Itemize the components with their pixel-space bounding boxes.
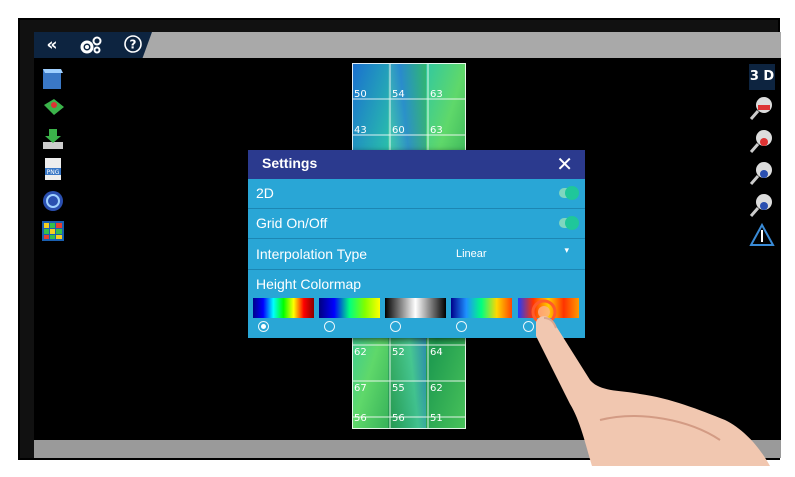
settings-dialog-header: Settings ✕ <box>248 150 585 179</box>
toggle-knob <box>565 216 579 230</box>
grid-cell-value: 64 <box>430 347 443 358</box>
dropdown-arrow-icon[interactable]: ▾ <box>564 246 569 256</box>
setting-label-grid: Grid On/Off <box>256 215 328 231</box>
colormap-swatch-gray[interactable] <box>385 298 446 318</box>
zoom-reset-icon[interactable] <box>749 95 775 121</box>
bottom-bar <box>34 440 781 458</box>
colormap-swatch-rainbow[interactable] <box>451 298 512 318</box>
grid-cell-value: 52 <box>392 347 405 358</box>
download-icon[interactable] <box>40 126 66 152</box>
grid-cell-value: 54 <box>392 89 405 100</box>
grid-cell-value: 63 <box>430 125 443 136</box>
folder-icon[interactable] <box>40 65 66 91</box>
grid-cell-value: 60 <box>392 125 405 136</box>
grid-cell-value: 51 <box>430 413 443 424</box>
toggle-knob <box>565 186 579 200</box>
grid-cell-value: 43 <box>354 125 367 136</box>
colormap-radio-4[interactable] <box>456 321 467 332</box>
height-scale-icon[interactable] <box>749 222 775 248</box>
setting-label-colormap: Height Colormap <box>256 276 362 292</box>
grid-cell-value: 55 <box>392 383 405 394</box>
close-icon[interactable]: ✕ <box>556 152 573 176</box>
colormap-radio-2[interactable] <box>324 321 335 332</box>
setting-label-interpolation: Interpolation Type <box>256 246 368 262</box>
gear-icon[interactable] <box>78 34 104 56</box>
settings-dialog-title: Settings <box>262 155 318 171</box>
svg-text:PNG: PNG <box>47 169 60 176</box>
grid-cell-value: 50 <box>354 89 367 100</box>
colormap-radio-5[interactable] <box>523 321 534 332</box>
colormap-radio-1[interactable] <box>258 321 269 332</box>
zoom-plus-icon[interactable] <box>749 192 775 218</box>
setting-row-interpolation[interactable]: Interpolation Type Linear ▾ <box>248 240 585 270</box>
grid-cell-value: 62 <box>430 383 443 394</box>
collapse-icon[interactable]: « <box>40 34 64 56</box>
grid-cell-value: 62 <box>354 347 367 358</box>
png-export-icon[interactable]: PNG <box>40 156 66 182</box>
colormap-radio-3[interactable] <box>390 321 401 332</box>
setting-row-grid[interactable]: Grid On/Off <box>248 209 585 239</box>
setting-label-2d: 2D <box>256 185 274 201</box>
toggle-2d[interactable] <box>559 186 579 200</box>
grid-cell-value: 56 <box>392 413 405 424</box>
zoom-in-icon[interactable] <box>749 128 775 154</box>
grid-cell-value: 67 <box>354 383 367 394</box>
svg-text:?: ? <box>130 38 137 52</box>
top-toolbar: « ? <box>34 32 781 58</box>
grid-cell-value: 63 <box>430 89 443 100</box>
zoom-out-icon[interactable] <box>749 160 775 186</box>
colormap-swatch-jet[interactable] <box>253 298 314 318</box>
colormap-swatch-hot[interactable] <box>518 298 579 318</box>
rotate-icon[interactable] <box>40 188 66 214</box>
settings-dialog: Settings ✕ 2D Grid On/Off Interpolation … <box>248 150 585 338</box>
grid-cell-value: 56 <box>354 413 367 424</box>
view-3d-button[interactable]: 3 D <box>749 64 775 90</box>
colormap-swatch-cool[interactable] <box>319 298 380 318</box>
help-icon[interactable]: ? <box>122 34 144 56</box>
map-icon[interactable] <box>40 95 66 121</box>
setting-row-2d[interactable]: 2D <box>248 179 585 209</box>
colormap-grid-icon[interactable] <box>40 218 66 244</box>
toggle-grid[interactable] <box>559 216 579 230</box>
interpolation-select[interactable]: Linear <box>456 248 487 260</box>
